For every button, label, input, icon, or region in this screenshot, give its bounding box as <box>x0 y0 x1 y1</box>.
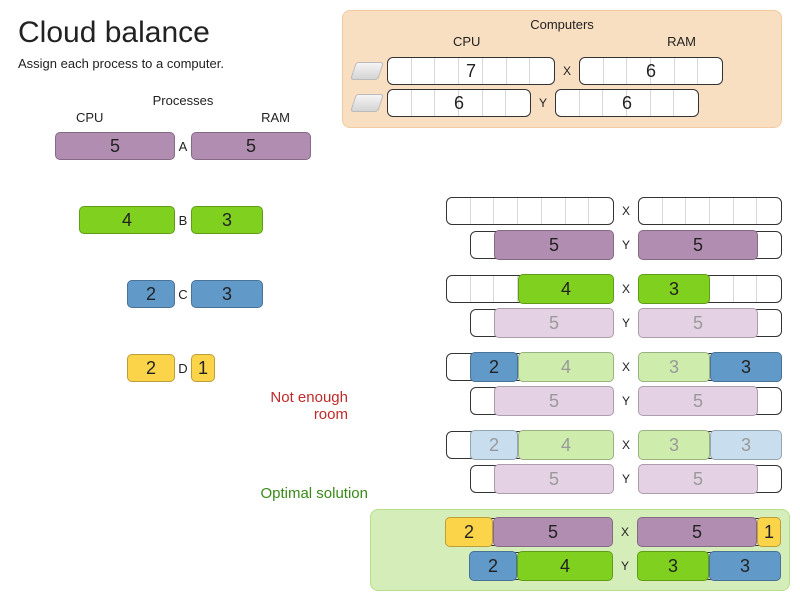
capacity-bar <box>446 197 614 225</box>
solution-row: 5Y5 <box>378 387 782 415</box>
computer-label: X <box>620 360 632 374</box>
solution-row: 5Y5 <box>378 465 782 493</box>
process-chunk: 3 <box>637 551 709 581</box>
computer-label: X <box>561 64 573 78</box>
process-chunk: 4 <box>517 551 613 581</box>
computer-label: Y <box>620 394 632 408</box>
capacity-value: 7 <box>387 57 555 85</box>
process-chunk: 4 <box>518 352 614 382</box>
process-chunk: 3 <box>638 274 710 304</box>
computer-label: Y <box>620 472 632 486</box>
solution-block-3: 24X335Y5 <box>378 431 782 493</box>
process-chunk: 2 <box>127 354 175 382</box>
computer-label: Y <box>620 316 632 330</box>
process-label: B <box>174 213 192 228</box>
process-chunk: 2 <box>127 280 175 308</box>
solution-row: 5Y5 <box>378 309 782 337</box>
process-chunk: 3 <box>191 206 263 234</box>
process-label: C <box>174 287 192 302</box>
process-chunk: 3 <box>638 352 710 382</box>
solution-row: 25X51 <box>379 518 781 546</box>
process-chunk: 2 <box>470 430 518 460</box>
solution-row: 4X3 <box>378 275 782 303</box>
process-chunk: 5 <box>494 464 614 494</box>
process-chunk: 5 <box>494 230 614 260</box>
process-chunk: 5 <box>55 132 175 160</box>
processes-header: Processes CPU RAM <box>18 93 348 125</box>
process-chunk: 4 <box>518 430 614 460</box>
process-chunk: 5 <box>494 308 614 338</box>
process-chunk: 3 <box>710 430 782 460</box>
process-chunk: 3 <box>709 551 781 581</box>
process-chunk: 5 <box>191 132 311 160</box>
capacity-bar <box>638 197 782 225</box>
computer-label: X <box>620 282 632 296</box>
computers-header-ram: RAM <box>667 34 696 49</box>
computer-row-X: 7X6 <box>353 57 771 85</box>
solution-block-1: 4X35Y5 <box>378 275 782 337</box>
process-row-B: 4B3 <box>18 207 348 233</box>
solution-row: X <box>378 197 782 225</box>
process-chunk: 5 <box>638 464 758 494</box>
solution-block-0: X5Y5 <box>378 197 782 259</box>
process-chunk: 2 <box>445 517 493 547</box>
process-chunk: 4 <box>79 206 175 234</box>
process-chunk: 3 <box>191 280 263 308</box>
solution-block-2: 24X335Y5 <box>378 353 782 415</box>
process-chunk: 3 <box>638 430 710 460</box>
computer-label: Y <box>620 238 632 252</box>
processes-header-cpu: CPU <box>76 110 103 125</box>
solution-row: 24Y33 <box>379 552 781 580</box>
process-label: A <box>174 139 192 154</box>
process-chunk: 2 <box>470 352 518 382</box>
solution-block-4: 25X5124Y33 <box>370 509 790 591</box>
computers-header: Computers CPU RAM <box>353 17 771 49</box>
process-chunk: 5 <box>637 517 757 547</box>
solution-row: 5Y5 <box>378 231 782 259</box>
annot-not-enough: Not enoughroom <box>238 389 348 424</box>
process-chunk: 5 <box>638 386 758 416</box>
process-chunk: 3 <box>710 352 782 382</box>
computer-icon <box>350 62 384 80</box>
process-chunk: 2 <box>469 551 517 581</box>
computers-header-cpu: CPU <box>453 34 480 49</box>
computer-label: X <box>620 204 632 218</box>
solution-row: 24X33 <box>378 353 782 381</box>
computer-label: X <box>619 525 631 539</box>
process-row-D: 2D1 <box>18 355 348 381</box>
process-chunk: 5 <box>638 230 758 260</box>
process-chunk: 5 <box>494 386 614 416</box>
computer-label: Y <box>619 559 631 573</box>
process-chunk: 5 <box>493 517 613 547</box>
computer-label: X <box>620 438 632 452</box>
capacity-value: 6 <box>579 57 723 85</box>
annot-optimal: Optimal solution <box>228 485 368 502</box>
processes-header-ram: RAM <box>261 110 290 125</box>
process-row-A: 5A5 <box>18 133 348 159</box>
processes-header-top: Processes <box>18 93 348 108</box>
solution-row: 24X33 <box>378 431 782 459</box>
process-label: D <box>174 361 192 376</box>
process-chunk: 4 <box>518 274 614 304</box>
process-chunk: 5 <box>638 308 758 338</box>
computers-header-top: Computers <box>353 17 771 32</box>
process-chunk: 1 <box>757 517 781 547</box>
process-chunk: 1 <box>191 354 215 382</box>
process-row-C: 2C3 <box>18 281 348 307</box>
